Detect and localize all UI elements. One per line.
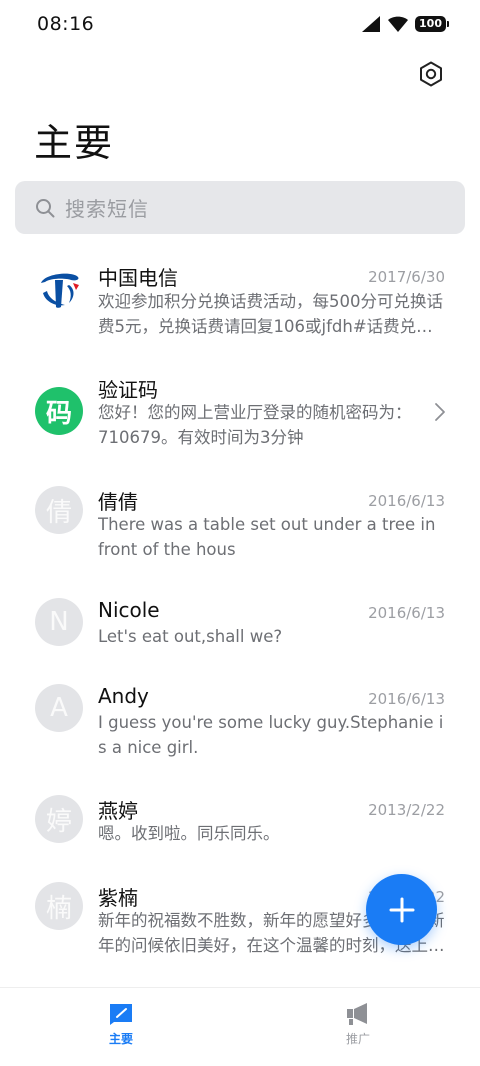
conversation-item[interactable]: N Nicole 2016/6/13 Let's eat out,shall w… [0, 586, 480, 662]
conversation-name: 倩倩 [98, 490, 138, 514]
avatar: 婷 [35, 795, 83, 843]
avatar-text: 楠 [45, 893, 72, 924]
conversation-date: 2016/6/13 [368, 604, 445, 622]
settings-button[interactable] [414, 57, 448, 91]
search-input[interactable]: 搜索短信 [15, 181, 465, 234]
battery-level: 100 [419, 17, 442, 30]
new-message-button[interactable] [366, 874, 437, 945]
conversation-date: 2017/6/30 [368, 268, 445, 286]
conversation-name: 验证码 [98, 378, 158, 402]
battery-icon: 100 [415, 16, 449, 32]
conversation-preview: Let's eat out,shall we? [98, 627, 283, 646]
search-icon [36, 198, 55, 217]
avatar-text: 倩 [45, 497, 72, 528]
status-icons: 100 [361, 15, 449, 33]
page-title: 主要 [34, 121, 115, 165]
tab-main[interactable]: 主要 [61, 988, 181, 1066]
avatar: 码 [35, 387, 83, 435]
status-bar: 08:16 100 [0, 0, 480, 48]
conversation-item[interactable]: 婷 燕婷 2013/2/22 嗯。收到啦。同乐同乐。 [0, 783, 480, 863]
avatar-text: 码 [45, 398, 72, 429]
avatar: 楠 [35, 882, 83, 930]
avatar-text: 婷 [45, 806, 72, 837]
message-icon [110, 1004, 132, 1025]
conversation-item[interactable]: 码 验证码 您好！您的网上营业厅登录的随机密码为：710679。有效时间为3分钟 [0, 362, 480, 466]
avatar: 倩 [35, 486, 83, 534]
avatar: A [35, 684, 83, 732]
wifi-icon [388, 16, 409, 32]
conversation-item[interactable]: A Andy 2016/6/13 I guess you're some luc… [0, 672, 480, 776]
chevron-right-icon [435, 403, 445, 421]
conversation-name: Andy [98, 684, 149, 708]
conversation-name: Nicole [98, 598, 160, 622]
conversation-name: 中国电信 [98, 266, 178, 290]
conversation-item[interactable]: 倩 倩倩 2016/6/13 There was a table set out… [0, 474, 480, 578]
conversation-preview: I guess you're some lucky guy.Stephanie … [98, 713, 444, 757]
tab-main-label: 主要 [108, 1032, 133, 1046]
conversation-preview: 您好！您的网上营业厅登录的随机密码为：710679。有效时间为3分钟 [98, 403, 412, 447]
megaphone-icon [347, 1003, 367, 1025]
avatar: N [35, 598, 83, 646]
conversation-date: 2016/6/13 [368, 690, 445, 708]
tab-promotion-label: 推广 [345, 1032, 370, 1046]
conversation-preview: 欢迎参加积分兑换话费活动，每500分可兑换话费5元，兑换话费请回复106或jfd… [98, 292, 443, 336]
signal-icon [362, 16, 381, 32]
conversation-date: 2013/2/22 [368, 801, 445, 819]
plus-icon [389, 897, 414, 922]
conversation-preview: 嗯。收到啦。同乐同乐。 [98, 824, 280, 843]
conversation-name: 燕婷 [98, 799, 138, 823]
avatar-text: N [49, 607, 69, 637]
bottom-navigation: 主要 推广 [0, 987, 480, 1066]
avatar-text: A [50, 693, 68, 723]
status-time: 08:16 [37, 13, 95, 35]
conversation-item[interactable]: 中国电信 2017/6/30 欢迎参加积分兑换话费活动，每500分可兑换话费5元… [0, 250, 480, 354]
tab-promotion[interactable]: 推广 [298, 988, 418, 1066]
conversation-preview: There was a table set out under a tree i… [98, 515, 436, 559]
china-telecom-logo-icon [35, 263, 83, 311]
conversation-date: 2016/6/13 [368, 492, 445, 510]
search-placeholder: 搜索短信 [65, 197, 149, 221]
conversation-name: 紫楠 [98, 886, 138, 910]
gear-icon [420, 61, 442, 87]
